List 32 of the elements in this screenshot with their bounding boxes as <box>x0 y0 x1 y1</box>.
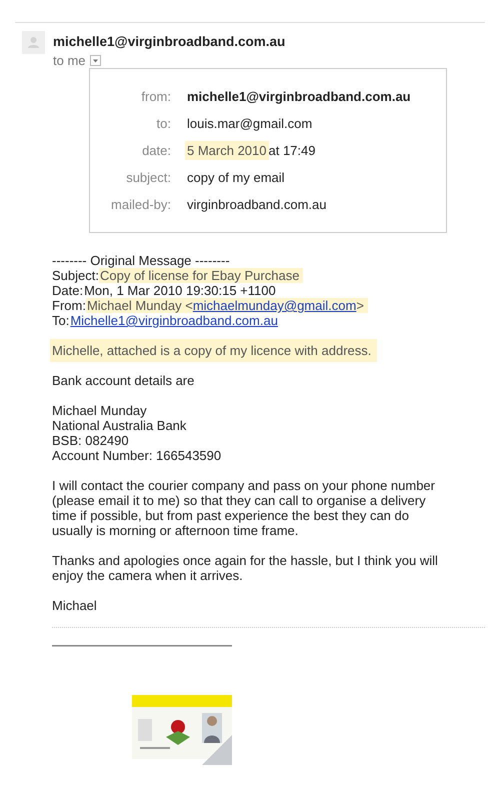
header-value: Michael Munday < <box>86 298 193 313</box>
paragraph: Bank account details are <box>52 373 196 388</box>
header-value: Mon, 1 Mar 2010 19:30:15 +1100 <box>84 283 276 298</box>
field-value: michelle1@virginbroadband.com.au <box>187 88 411 106</box>
paragraph: Michelle, attached is a copy of my licence with address. <box>50 339 378 362</box>
header-label: Subject: <box>52 268 99 283</box>
header-label: From: <box>52 298 86 313</box>
paragraph: I will contact the courier company and pass on your phone number (please email it to me) so that they can call to organise a delivery time if possible, but from past experience the best they can do usually is morning or afternoon time frame. <box>52 478 436 538</box>
field-label: subject: <box>125 170 172 185</box>
header-label: To: <box>52 313 70 328</box>
paragraph: Michael <box>52 598 98 613</box>
email-link[interactable]: Michelle1@virginbroadband.com.au <box>70 313 278 328</box>
field-value: at 17:49 <box>268 143 316 158</box>
field-label: from: <box>140 89 172 104</box>
field-value: virginbroadband.com.au <box>187 196 326 214</box>
field-value: 5 March 2010 <box>185 141 268 160</box>
header-value: > <box>356 298 364 313</box>
message-separator: -------- Original Message -------- <box>52 253 231 268</box>
field-label: mailed-by: <box>110 197 172 212</box>
field-value: copy of my email <box>187 169 285 187</box>
field-label: to: <box>156 116 172 131</box>
email-link[interactable]: michaelmunday@gmail.com <box>192 298 356 313</box>
recipient-summary: to me <box>53 53 86 68</box>
field-label: date: <box>141 143 172 158</box>
dropdown-icon[interactable] <box>90 55 101 66</box>
field-value: louis.mar@gmail.com <box>187 115 312 133</box>
paragraph: Michael Munday National Australia Bank BSB: 082490 Account Number: 166543590 <box>52 403 222 463</box>
sender-address: michelle1@virginbroadband.com.au <box>53 33 286 50</box>
paragraph: Thanks and apologies once again for the hassle, but I think you will enjoy the camera when it arrives. <box>52 553 439 583</box>
avatar-icon <box>22 31 45 54</box>
header-label: Date: <box>52 283 84 298</box>
header-value: Copy of license for Ebay Purchase <box>100 268 300 283</box>
